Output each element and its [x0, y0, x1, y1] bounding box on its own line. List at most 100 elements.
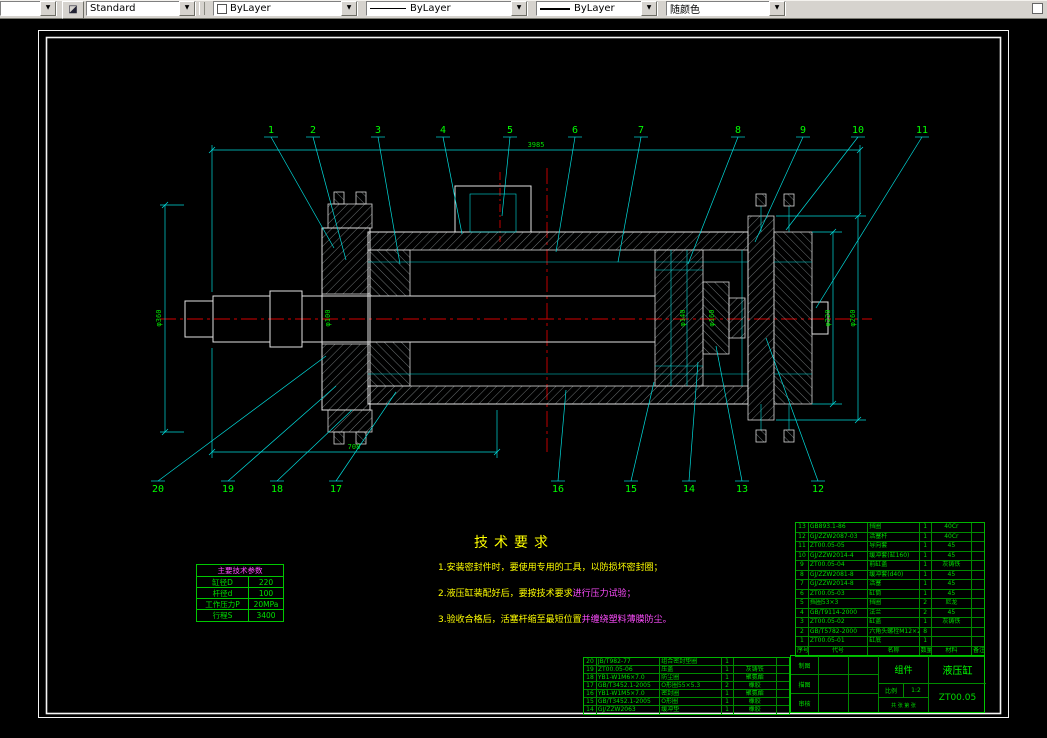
style-dropdown[interactable]: Standard ▼	[86, 1, 196, 16]
bom-cell: 1	[722, 666, 734, 673]
parameter-row: 缸径D 220	[197, 577, 283, 588]
bom-cell: 1	[920, 523, 932, 532]
bom-cell: JB/T982-77	[597, 658, 661, 665]
balloon-label: 18	[271, 484, 283, 495]
dimension-label: φ100	[324, 310, 332, 327]
layer-dropdown[interactable]: ▼	[0, 1, 57, 16]
bom-cell: 45	[932, 580, 973, 589]
bom-row: 11 ZT00.05-05 导向套 1 45	[796, 542, 984, 552]
bom-cell: 缸筒	[868, 589, 920, 598]
technical-requirement-item: 1.安装密封件时，要使用专用的工具，以防损坏密封圈；	[438, 563, 663, 573]
chevron-down-icon[interactable]: ▼	[40, 1, 56, 16]
lineweight-dropdown[interactable]: ByLayer ▼	[536, 1, 658, 16]
part-class-cell: 组件	[879, 656, 929, 684]
balloon-label: 19	[222, 484, 234, 495]
balloon-label: 14	[683, 484, 695, 495]
bom-cell: 6	[796, 589, 809, 598]
bom-row: 19 ZT00.05-06 压盖 1 灰铸铁	[584, 666, 789, 674]
balloon-label: 7	[638, 125, 644, 136]
bom-cell: 密封圈	[660, 690, 722, 697]
plotstyle-dropdown-value: 随颜色	[670, 5, 700, 16]
bom-cell: 橡胶	[734, 682, 778, 689]
chevron-down-icon[interactable]: ▼	[641, 1, 657, 16]
scale-label-cell: 比例	[879, 684, 904, 698]
chevron-down-icon[interactable]: ▼	[341, 1, 357, 16]
bom-row: 8 GJ/ZZW2081-8 缓冲套(d40) 1 45	[796, 570, 984, 580]
bom-cell: 缸底	[868, 637, 920, 646]
bom-cell: 1	[920, 580, 932, 589]
chevron-down-icon[interactable]: ▼	[769, 1, 785, 16]
bom-cell	[932, 627, 973, 636]
bom-row: 3 ZT00.05-02 缸盖 1 灰铸铁	[796, 618, 984, 628]
bom-cell: 挡圈	[868, 523, 920, 532]
bom-cell	[972, 561, 984, 570]
bom-cell: 活塞	[868, 580, 920, 589]
bom-cell: GB/T5782-2000	[809, 627, 869, 636]
parameters-table-title: 主要技术参数	[197, 565, 283, 577]
bom-cell	[972, 637, 984, 646]
bom-cell: 灰铸铁	[932, 618, 973, 627]
toolbar-corner-button[interactable]	[1032, 3, 1043, 14]
balloon-leader	[501, 136, 511, 217]
style-dropdown-value: Standard	[90, 3, 136, 14]
balloon-leader	[227, 385, 337, 482]
balloon-label: 3	[375, 125, 381, 136]
bom-cell: O形圈	[660, 698, 722, 705]
bom-cell: 1	[722, 674, 734, 681]
bom-cell: O形圈55×5.3	[660, 682, 722, 689]
balloon-label: 13	[736, 484, 748, 495]
bom-cell: GJ/ZZW2081-8	[809, 570, 869, 579]
bom-cell	[777, 666, 789, 673]
bom-row: 4 GB/T9114-2000 法兰 2 45	[796, 608, 984, 618]
toolbar-grip[interactable]	[199, 2, 205, 15]
style-manager-button[interactable]: ◪	[62, 1, 84, 19]
bom-row: 13 GB893.1-86 挡圈 1 40Cr	[796, 523, 984, 533]
linetype-dropdown[interactable]: ByLayer ▼	[366, 1, 528, 16]
bom-cell: 六角头螺栓M12×2	[869, 627, 920, 636]
bom-cell: 1	[920, 618, 932, 627]
bom-cell: 2	[920, 599, 932, 608]
title-block-sign-label: 制图	[791, 656, 819, 675]
balloon-leader	[815, 136, 923, 309]
bom-cell: 前缸盖	[868, 561, 920, 570]
balloon-leader	[715, 345, 743, 482]
bom-cell	[972, 542, 984, 551]
bom-cell	[972, 628, 984, 637]
parameters-table: 主要技术参数 缸径D 220 杆径d 100 工作压力P 20MPa 行程S 3400	[196, 564, 284, 622]
bom-cell: 缸盖	[868, 618, 920, 627]
bom-cell: 40Cr	[932, 523, 973, 532]
bom-table-bottom: 20 JB/T982-77 组合密封垫圈 1 19 ZT00.05-06 压盖 1 灰铸铁 18 Y…	[583, 657, 790, 715]
bom-cell: 橡胶	[734, 698, 778, 705]
bom-cell: 1	[920, 637, 932, 646]
title-block-date-field	[849, 675, 879, 694]
bom-row: 20 JB/T982-77 组合密封垫圈 1	[584, 658, 789, 666]
bom-cell	[777, 690, 789, 697]
bom-cell: 1	[920, 589, 932, 598]
bom-cell: 缓冲套(d40)	[868, 570, 920, 579]
balloon-leader	[754, 136, 804, 243]
bom-cell: 3	[796, 618, 809, 627]
chevron-down-icon[interactable]: ▼	[511, 1, 527, 16]
bom-cell	[932, 637, 973, 646]
bom-cell: 7	[796, 580, 809, 589]
bom-cell: 11	[796, 542, 809, 551]
part-name-cell: 液压缸	[929, 656, 986, 684]
bom-row: 9 ZT00.05-04 前缸盖 1 灰铸铁	[796, 561, 984, 571]
bom-cell: 10	[796, 551, 809, 560]
chevron-down-icon[interactable]: ▼	[179, 1, 195, 16]
bom-cell: 防尘圈	[660, 674, 722, 681]
properties-toolbar: ▼ ◪ Standard ▼ ByLayer ▼ ByLayer ▼ ByLay…	[0, 0, 1047, 19]
bom-cell	[777, 674, 789, 681]
parameter-row: 行程S 3400	[197, 610, 283, 621]
bom-cell: ZT00.05-01	[809, 637, 869, 646]
front-gland	[321, 191, 411, 445]
plotstyle-dropdown[interactable]: 随颜色 ▼	[666, 1, 786, 16]
bom-cell: 2	[920, 608, 932, 617]
bom-cell: 12	[796, 532, 809, 541]
balloon-label: 16	[552, 484, 564, 495]
color-dropdown[interactable]: ByLayer ▼	[213, 1, 358, 16]
bom-cell: 45	[932, 608, 973, 617]
balloon-label: 12	[812, 484, 824, 495]
bom-cell: 40Cr	[932, 532, 973, 541]
bom-cell: 1	[920, 532, 932, 541]
